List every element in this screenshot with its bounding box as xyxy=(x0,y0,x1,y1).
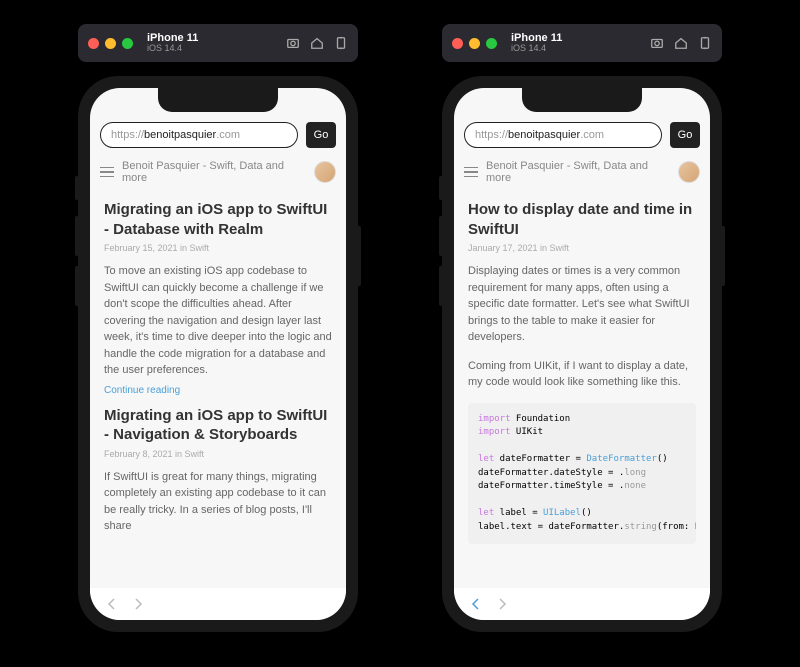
rotate-icon[interactable] xyxy=(334,36,348,50)
home-icon[interactable] xyxy=(674,36,688,50)
go-button[interactable]: Go xyxy=(306,122,336,148)
post-item: Migrating an iOS app to SwiftUI - Databa… xyxy=(104,200,332,396)
simulator-right: iPhone 11 iOS 14.4 https://benoitpasquie… xyxy=(442,24,722,632)
post-meta: February 8, 2021 in Swift xyxy=(104,449,332,459)
post-meta: February 15, 2021 in Swift xyxy=(104,243,332,253)
close-icon[interactable] xyxy=(452,38,463,49)
bottom-bar xyxy=(454,588,710,620)
post-item: Migrating an iOS app to SwiftUI - Naviga… xyxy=(104,406,332,535)
simulator-titlebar[interactable]: iPhone 11 iOS 14.4 xyxy=(78,24,358,62)
menu-icon[interactable] xyxy=(464,167,478,178)
post-title[interactable]: Migrating an iOS app to SwiftUI - Naviga… xyxy=(104,406,332,445)
screenshot-icon[interactable] xyxy=(286,36,300,50)
article-meta: January 17, 2021 in Swift xyxy=(468,243,696,253)
bottom-bar xyxy=(90,588,346,620)
site-title: Benoit Pasquier - Swift, Data and more xyxy=(122,160,306,184)
back-icon[interactable] xyxy=(104,596,120,612)
site-title: Benoit Pasquier - Swift, Data and more xyxy=(486,160,670,184)
continue-reading-link[interactable]: Continue reading xyxy=(104,385,332,396)
phone-frame: https://benoitpasquier.com Go Benoit Pas… xyxy=(442,76,722,632)
zoom-icon[interactable] xyxy=(486,38,497,49)
post-excerpt: To move an existing iOS app codebase to … xyxy=(104,263,332,379)
forward-icon[interactable] xyxy=(130,596,146,612)
minimize-icon[interactable] xyxy=(469,38,480,49)
simulator-titlebar[interactable]: iPhone 11 iOS 14.4 xyxy=(442,24,722,62)
avatar[interactable] xyxy=(314,161,336,183)
post-title[interactable]: Migrating an iOS app to SwiftUI - Databa… xyxy=(104,200,332,239)
article-paragraph: Displaying dates or times is a very comm… xyxy=(468,263,696,346)
avatar[interactable] xyxy=(678,161,700,183)
os-version: iOS 14.4 xyxy=(147,44,278,54)
back-icon[interactable] xyxy=(468,596,484,612)
simulator-left: iPhone 11 iOS 14.4 https://benoitpasquie… xyxy=(78,24,358,632)
minimize-icon[interactable] xyxy=(105,38,116,49)
url-input[interactable]: https://benoitpasquier.com xyxy=(100,122,298,148)
go-button[interactable]: Go xyxy=(670,122,700,148)
zoom-icon[interactable] xyxy=(122,38,133,49)
article-title: How to display date and time in SwiftUI xyxy=(468,200,696,239)
phone-frame: https://benoitpasquier.com Go Benoit Pas… xyxy=(78,76,358,632)
screenshot-icon[interactable] xyxy=(650,36,664,50)
url-input[interactable]: https://benoitpasquier.com xyxy=(464,122,662,148)
close-icon[interactable] xyxy=(88,38,99,49)
article-paragraph: Coming from UIKit, if I want to display … xyxy=(468,358,696,391)
rotate-icon[interactable] xyxy=(698,36,712,50)
forward-icon[interactable] xyxy=(494,596,510,612)
article: How to display date and time in SwiftUI … xyxy=(468,200,696,544)
menu-icon[interactable] xyxy=(100,167,114,178)
home-icon[interactable] xyxy=(310,36,324,50)
code-block: import Foundation import UIKit let dateF… xyxy=(468,403,696,545)
post-excerpt: If SwiftUI is great for many things, mig… xyxy=(104,469,332,535)
os-version: iOS 14.4 xyxy=(511,44,642,54)
